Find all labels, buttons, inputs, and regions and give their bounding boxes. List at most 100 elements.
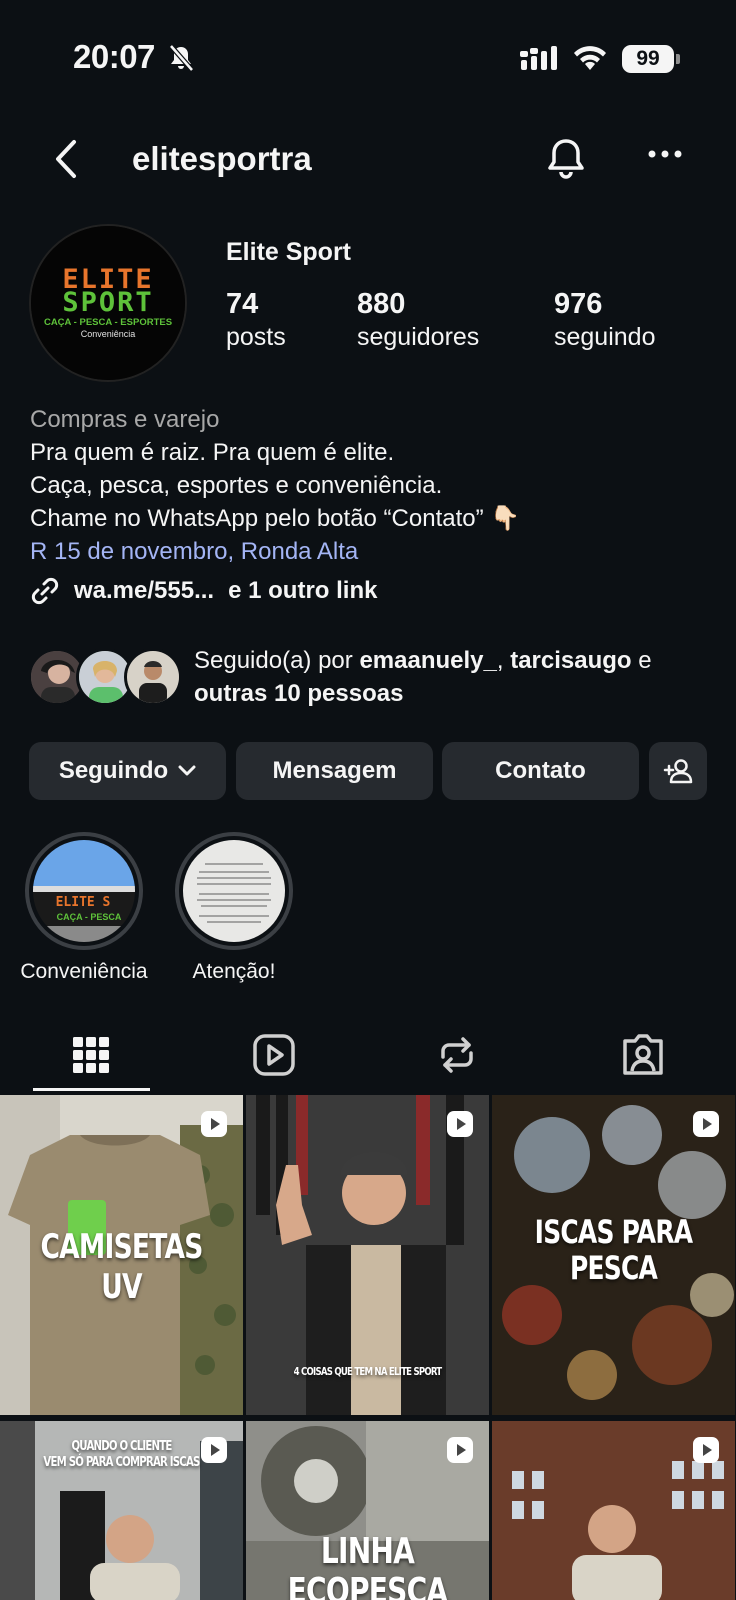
tab-tagged[interactable]	[619, 1031, 667, 1079]
post-caption-line-2: PESCA	[569, 1249, 658, 1287]
posts-count-value: 74	[226, 288, 259, 320]
profile-header: elitesportra	[0, 120, 736, 200]
post-caption: CAMISETAS UV	[40, 1227, 203, 1307]
followed-by-rest: outras 10 pessoas	[194, 680, 404, 707]
cellular-signal-icon	[520, 46, 560, 77]
followed-by-text: Seguido(a) por emaanuely_, tarcisaugo e o…	[194, 644, 724, 710]
more-dots-icon	[648, 150, 682, 158]
post-thumbnail[interactable]: 4 COISAS QUE TEM NA ELITE SPORT	[246, 1095, 489, 1415]
followers-count-value: 880	[357, 288, 406, 320]
status-bar: 20:07 99	[0, 0, 736, 110]
profile-links[interactable]: wa.me/555... e 1 outro link	[30, 576, 377, 606]
add-person-icon	[663, 759, 693, 784]
profile-bio: Compras e varejo Pra quem é raiz. Pra qu…	[30, 403, 520, 568]
reel-indicator-icon	[693, 1437, 719, 1463]
contact-button[interactable]: Contato	[442, 742, 639, 800]
tab-posts[interactable]	[67, 1031, 115, 1079]
post-caption-line-2: ECOPESCA	[287, 1571, 449, 1600]
reel-indicator-icon	[447, 1437, 473, 1463]
followed-by-conj: e	[631, 647, 652, 674]
more-options-button[interactable]	[648, 146, 684, 176]
reels-icon	[253, 1034, 295, 1076]
following-button-label: Seguindo	[58, 757, 169, 784]
reel-indicator-icon	[693, 1111, 719, 1137]
reel-indicator-icon	[447, 1111, 473, 1137]
highlight-label: Conveniência	[20, 960, 148, 983]
silent-mode-icon	[168, 44, 194, 77]
following-count-label: seguindo	[554, 323, 656, 351]
mutual-user-2: tarcisaugo	[510, 647, 632, 674]
posts-count[interactable]: 74 posts	[226, 288, 286, 352]
svg-text:ELITE S: ELITE S	[56, 895, 111, 910]
chevron-left-icon	[56, 140, 76, 178]
post-thumbnail[interactable]: ISCAS PARA PESCA	[492, 1095, 735, 1415]
profile-actions: Seguindo Mensagem Contato	[29, 742, 709, 800]
story-highlights: ELITE S CAÇA - PESCA Conveniência Atenção…	[0, 832, 736, 992]
post-caption-line-1: ISCAS PARA	[534, 1213, 693, 1251]
posts-count-label: posts	[226, 323, 286, 351]
bio-category: Compras e varejo	[30, 406, 220, 433]
bell-icon	[548, 139, 584, 179]
profile-username: elitesportra	[132, 140, 312, 177]
post-thumbnail[interactable]	[492, 1421, 735, 1600]
bio-line-3: Chame no WhatsApp pelo botão “Contato” 👇…	[30, 505, 521, 532]
notifications-button[interactable]	[545, 136, 591, 182]
highlight-label: Atenção!	[192, 960, 276, 983]
highlight-cover: ELITE S CAÇA - PESCA	[33, 840, 135, 942]
mutual-user-1: emaanuely_	[359, 647, 497, 674]
repost-icon	[441, 1037, 473, 1073]
svg-text:CAÇA - PESCA - ESPORTES: CAÇA - PESCA - ESPORTES	[44, 317, 172, 328]
post-caption-line-1: LINHA	[320, 1531, 415, 1572]
wifi-icon	[572, 44, 608, 77]
battery-tip	[676, 54, 680, 64]
bio-line-2: Caça, pesca, esportes e conveniência.	[30, 472, 443, 499]
post-caption-line-1: QUANDO O CLIENTE	[71, 1439, 172, 1454]
post-thumbnail[interactable]: LINHA ECOPESCA	[246, 1421, 489, 1600]
highlight-ring: ELITE S CAÇA - PESCA	[25, 832, 143, 950]
followed-by-section[interactable]: Seguido(a) por emaanuely_, tarcisaugo e o…	[28, 644, 718, 716]
profile-content-tabs	[0, 1018, 736, 1093]
bio-line-1: Pra quem é raiz. Pra quem é elite.	[30, 439, 395, 466]
link-icon	[31, 577, 59, 605]
followers-count[interactable]: 880 seguidores	[357, 288, 479, 352]
tab-reels[interactable]	[250, 1031, 298, 1079]
followers-count-label: seguidores	[357, 323, 480, 351]
suggest-people-button[interactable]	[649, 742, 707, 800]
message-button-label: Mensagem	[272, 757, 397, 784]
svg-text:SPORT: SPORT	[62, 287, 153, 318]
active-tab-indicator	[33, 1088, 150, 1091]
followed-by-prefix: Seguido(a) por	[194, 647, 360, 674]
profile-display-name: Elite Sport	[226, 238, 352, 266]
grid-icon	[73, 1037, 109, 1073]
back-button[interactable]	[50, 138, 90, 182]
tab-reposts[interactable]	[433, 1031, 481, 1079]
post-caption: 4 COISAS QUE TEM NA ELITE SPORT	[293, 1365, 443, 1378]
profile-avatar[interactable]: ELITE SPORT CAÇA - PESCA - ESPORTES Conv…	[29, 224, 187, 382]
posts-grid: CAMISETAS UV 4 COISAS QUE TEM NA ELITE S…	[0, 1095, 736, 1600]
status-time: 20:07	[73, 38, 155, 75]
tagged-person-icon	[623, 1034, 663, 1075]
following-count[interactable]: 976 seguindo	[554, 288, 655, 352]
chevron-down-icon	[178, 765, 196, 776]
reel-indicator-icon	[201, 1111, 227, 1137]
post-thumbnail[interactable]: QUANDO O CLIENTE VEM SÓ PARA COMPRAR ISC…	[0, 1421, 243, 1600]
reel-indicator-icon	[201, 1437, 227, 1463]
highlight-ring	[175, 832, 293, 950]
battery-level: 99	[622, 45, 674, 73]
post-thumbnail[interactable]: CAMISETAS UV	[0, 1095, 243, 1415]
elite-sport-logo: ELITE SPORT CAÇA - PESCA - ESPORTES Conv…	[31, 226, 185, 380]
following-button[interactable]: Seguindo	[29, 742, 226, 800]
highlight-cover	[183, 840, 285, 942]
following-count-value: 976	[554, 288, 603, 320]
contact-button-label: Contato	[495, 757, 586, 784]
svg-text:Conveniência: Conveniência	[81, 329, 136, 339]
highlight-item[interactable]: Atenção!	[159, 832, 309, 984]
followed-by-sep: ,	[496, 647, 511, 674]
post-caption-line-2: VEM SÓ PARA COMPRAR ISCAS	[43, 1455, 200, 1470]
highlight-item[interactable]: ELITE S CAÇA - PESCA Conveniência	[9, 832, 159, 984]
bio-address-link[interactable]: R 15 de novembro, Ronda Alta	[30, 535, 520, 568]
link-more: e 1 outro link	[228, 577, 378, 604]
link-url: wa.me/555...	[74, 577, 215, 604]
mutual-avatar	[124, 648, 182, 706]
message-button[interactable]: Mensagem	[236, 742, 433, 800]
